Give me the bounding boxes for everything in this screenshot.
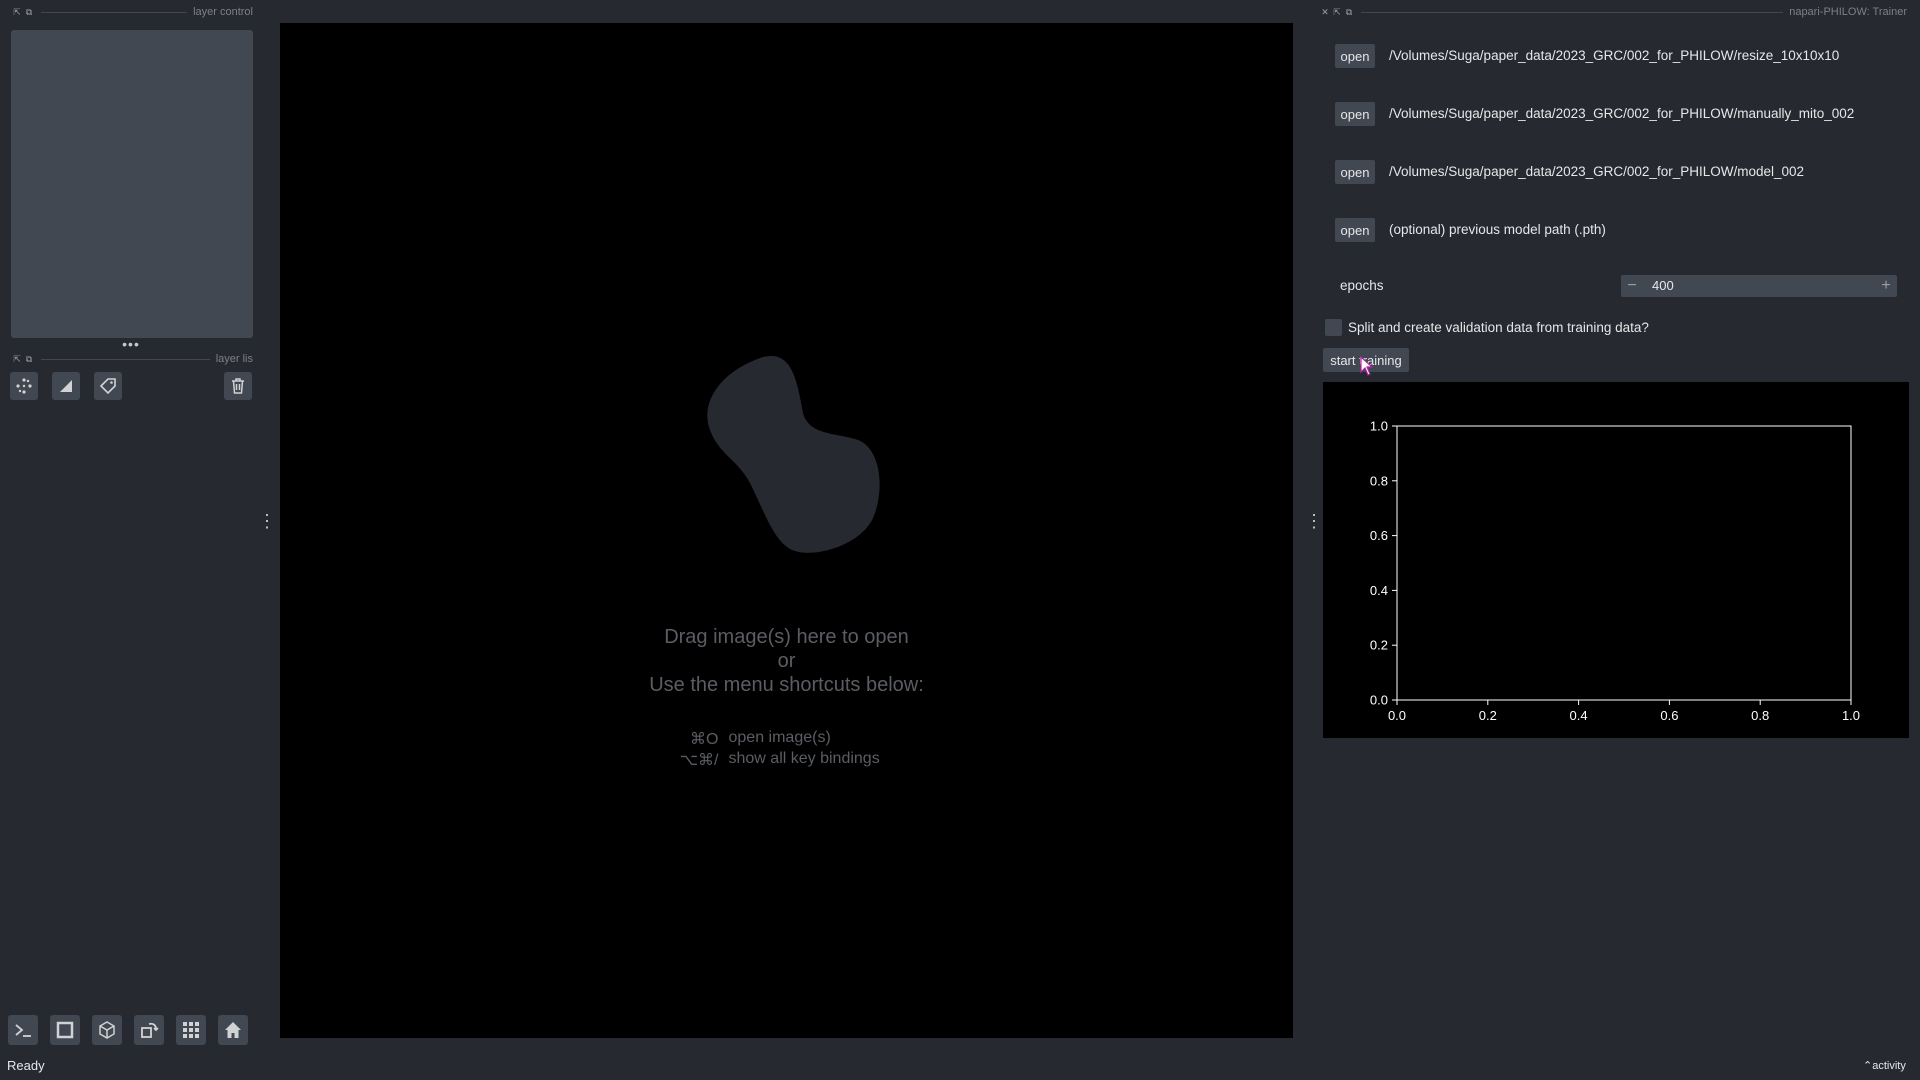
trainer-title: napari-PHILOW: Trainer xyxy=(1789,6,1907,18)
grid-icon xyxy=(183,1022,199,1038)
splitter-handle[interactable]: ••• xyxy=(121,336,141,352)
increment-icon[interactable]: + xyxy=(1875,275,1897,297)
activity-toggle[interactable]: ⌃activity xyxy=(1863,1059,1906,1072)
x-tick-label: 0.4 xyxy=(1570,708,1588,723)
console-icon xyxy=(15,1024,31,1037)
shortcut-list: ⌘O open image(s) ⌥⌘/ show all key bindin… xyxy=(280,729,1293,771)
right-dock-resize-handle[interactable]: ⋮ xyxy=(1305,512,1323,530)
left-dock-resize-handle[interactable]: ⋮ xyxy=(258,512,276,530)
labels-icon xyxy=(99,378,116,395)
y-ticks: 0.0 0.2 0.4 0.6 0.8 1.0 xyxy=(1370,419,1397,708)
epochs-value: 400 xyxy=(1652,278,1674,293)
welcome-line-3: Use the menu shortcuts below: xyxy=(649,674,924,696)
previous-model-path-label: (optional) previous model path (.pth) xyxy=(1389,222,1606,237)
y-tick-label: 0.8 xyxy=(1370,473,1388,488)
delete-layer-button[interactable] xyxy=(224,372,252,400)
ndisplay-button[interactable] xyxy=(50,1015,80,1045)
shortcut-row: ⌘O open image(s) xyxy=(280,729,1293,750)
open-previous-model-button[interactable]: open xyxy=(1335,218,1375,242)
x-tick-label: 0.6 xyxy=(1660,708,1678,723)
float-icon[interactable]: ⇱ xyxy=(11,354,23,365)
x-tick-label: 0.2 xyxy=(1479,708,1497,723)
plot-axes-frame xyxy=(1396,425,1852,701)
split-validation-checkbox[interactable] xyxy=(1325,319,1342,336)
plot-svg: 0.0 0.2 0.4 0.6 0.8 1.0 0.0 0.2 0.4 0.6 0.8 1.0 xyxy=(1370,419,1860,724)
model-path-label: /Volumes/Suga/paper_data/2023_GRC/002_fo… xyxy=(1389,164,1805,179)
shortcut-label: show all key bindings xyxy=(728,750,880,767)
layer-controls-panel xyxy=(11,30,253,338)
shapes-icon xyxy=(60,380,72,392)
ndisplay-square-icon xyxy=(56,1021,74,1039)
close-dock-icon[interactable]: ⧉ xyxy=(23,7,35,18)
layer-controls-titlebar: ⇱ ⧉ layer control xyxy=(11,5,253,19)
titlebar-line xyxy=(41,358,210,360)
x-tick-label: 1.0 xyxy=(1842,708,1860,723)
welcome-line-2: or xyxy=(777,650,796,672)
grid-view-button[interactable] xyxy=(176,1015,206,1045)
open-label-path-button[interactable]: open xyxy=(1335,102,1375,126)
layer-list-title: layer lis xyxy=(215,353,253,365)
open-model-path-button[interactable]: open xyxy=(1335,160,1375,184)
open-image-path-button[interactable]: open xyxy=(1335,44,1375,68)
layer-list-titlebar: ⇱ ⧉ layer lis xyxy=(11,352,253,366)
new-shapes-layer-button[interactable] xyxy=(52,372,80,400)
points-icon xyxy=(16,378,32,394)
training-plot: 0.0 0.2 0.4 0.6 0.8 1.0 0.0 0.2 0.4 0.6 0.8 1.0 xyxy=(1323,382,1909,738)
shortcut-key: ⌘O xyxy=(690,731,719,748)
y-tick-label: 0.0 xyxy=(1370,693,1388,708)
label-path-label: /Volumes/Suga/paper_data/2023_GRC/002_fo… xyxy=(1389,106,1855,121)
viewer-canvas[interactable]: Drag image(s) here to open or Use the me… xyxy=(280,23,1293,1038)
y-tick-label: 0.6 xyxy=(1370,528,1388,543)
3d-cube-icon xyxy=(99,1021,115,1039)
cursor-pointer-icon xyxy=(1360,356,1374,376)
status-text: Ready xyxy=(7,1058,45,1073)
y-tick-label: 0.4 xyxy=(1370,583,1388,598)
split-validation-label: Split and create validation data from tr… xyxy=(1348,320,1649,335)
console-button[interactable] xyxy=(8,1015,38,1045)
epochs-spinbox[interactable]: − 400 + xyxy=(1621,275,1897,297)
decrement-icon[interactable]: − xyxy=(1621,275,1643,297)
activity-label: activity xyxy=(1872,1060,1906,1072)
home-icon xyxy=(225,1022,241,1038)
epochs-label: epochs xyxy=(1340,278,1384,293)
hide-icon[interactable]: ⧉ xyxy=(1343,7,1355,18)
shortcut-row: ⌥⌘/ show all key bindings xyxy=(280,750,1293,771)
chevron-up-icon: ⌃ xyxy=(1863,1060,1873,1072)
x-tick-label: 0.0 xyxy=(1388,708,1406,723)
roll-dimensions-button[interactable] xyxy=(134,1015,164,1045)
new-points-layer-button[interactable] xyxy=(10,372,38,400)
close-icon[interactable]: ✕ xyxy=(1319,7,1331,18)
x-ticks: 0.0 0.2 0.4 0.6 0.8 1.0 xyxy=(1388,700,1860,723)
trash-icon xyxy=(232,378,244,394)
toggle-3d-button[interactable] xyxy=(92,1015,122,1045)
layer-controls-title: layer control xyxy=(193,6,253,18)
float-icon[interactable]: ⇱ xyxy=(1331,7,1343,18)
roll-icon xyxy=(141,1022,159,1038)
new-labels-layer-button[interactable] xyxy=(94,372,122,400)
titlebar-line xyxy=(1361,11,1784,13)
x-tick-label: 0.8 xyxy=(1751,708,1769,723)
trainer-titlebar: ✕ ⇱ ⧉ napari-PHILOW: Trainer xyxy=(1319,5,1907,19)
y-tick-label: 0.2 xyxy=(1370,638,1388,653)
napari-logo xyxy=(707,355,880,553)
home-button[interactable] xyxy=(218,1015,248,1045)
y-tick-label: 1.0 xyxy=(1370,419,1388,434)
image-path-label: /Volumes/Suga/paper_data/2023_GRC/002_fo… xyxy=(1389,48,1840,63)
float-icon[interactable]: ⇱ xyxy=(11,7,23,18)
titlebar-line xyxy=(41,11,188,13)
close-dock-icon[interactable]: ⧉ xyxy=(23,354,35,365)
welcome-line-1: Drag image(s) here to open xyxy=(664,626,909,648)
shortcut-key: ⌥⌘/ xyxy=(679,752,719,769)
shortcut-label: open image(s) xyxy=(728,729,831,746)
